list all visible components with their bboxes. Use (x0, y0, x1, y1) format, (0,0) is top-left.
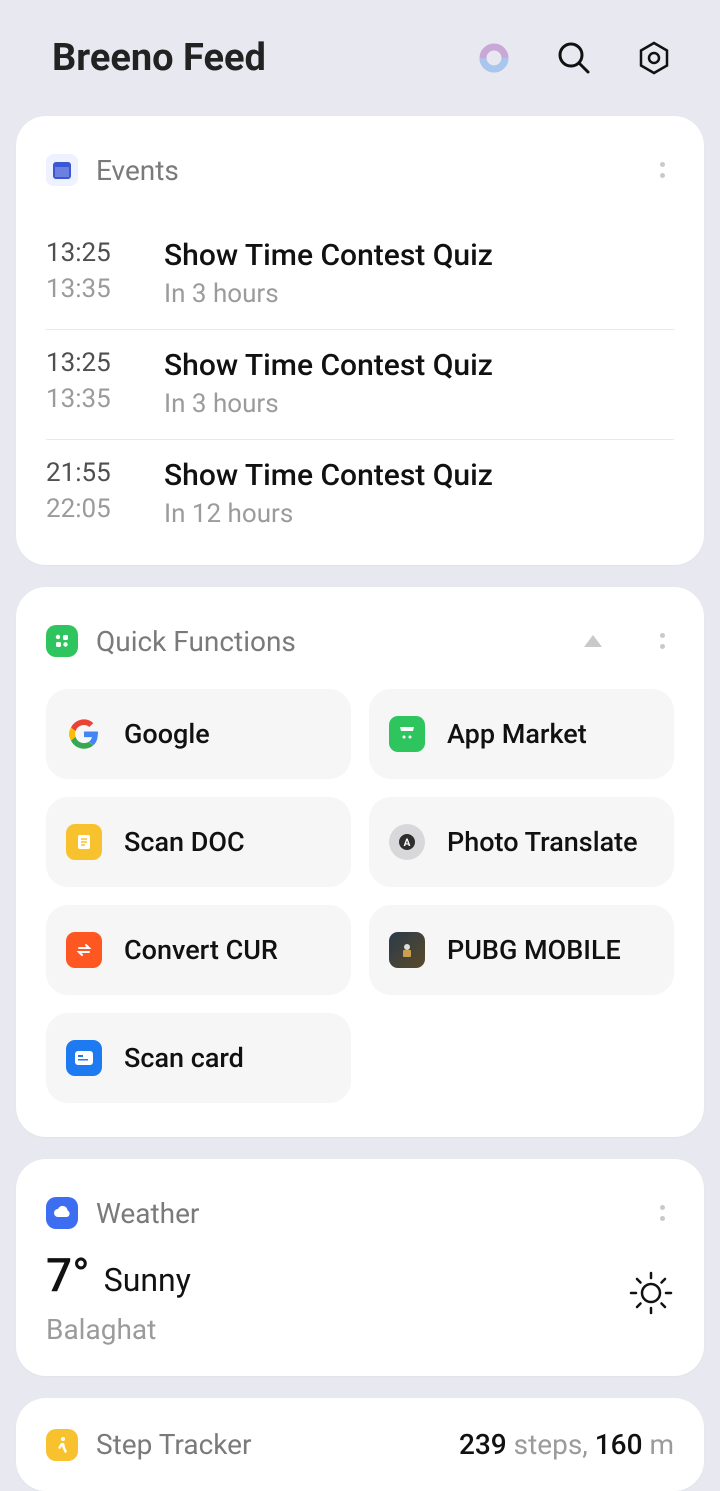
event-times: 21:55 22:05 (46, 458, 124, 529)
weather-title: Weather (96, 1197, 632, 1230)
event-countdown: In 3 hours (164, 389, 674, 419)
convert-cur-icon (66, 932, 102, 968)
event-countdown: In 12 hours (164, 499, 674, 529)
quick-functions-grid: Google App Market Scan DOC A Photo Translate… (46, 689, 674, 1103)
event-countdown: In 3 hours (164, 279, 674, 309)
event-title: Show Time Contest Quiz (164, 348, 674, 383)
quick-function-label: PUBG MOBILE (447, 934, 621, 966)
photo-translate-icon: A (389, 824, 425, 860)
quick-function-item[interactable]: PUBG MOBILE (369, 905, 674, 995)
event-body: Show Time Contest Quiz In 3 hours (164, 238, 674, 309)
quick-function-label: Convert CUR (124, 934, 278, 966)
event-end: 13:35 (46, 384, 124, 414)
sun-icon (628, 1270, 674, 1320)
events-more-icon[interactable] (650, 150, 674, 190)
event-times: 13:25 13:35 (46, 238, 124, 309)
weather-card[interactable]: Weather 7° Sunny Balaghat (16, 1159, 704, 1376)
quick-function-item[interactable]: Scan DOC (46, 797, 351, 887)
weather-location: Balaghat (46, 1313, 628, 1346)
events-card: Events 13:25 13:35 Show Time Contest Qui… (16, 116, 704, 565)
weather-header: Weather (46, 1193, 674, 1233)
calendar-icon (46, 154, 78, 186)
quick-function-item[interactable]: Google (46, 689, 351, 779)
event-end: 22:05 (46, 494, 124, 524)
grid-icon (46, 625, 78, 657)
app-title: Breeno Feed (52, 36, 476, 80)
quick-function-label: Scan DOC (124, 826, 245, 858)
search-icon[interactable] (556, 40, 592, 76)
event-start: 21:55 (46, 458, 124, 488)
quick-functions-header: Quick Functions (46, 621, 674, 661)
cloud-icon (46, 1197, 78, 1229)
pubg-icon (389, 932, 425, 968)
event-start: 13:25 (46, 238, 124, 268)
weather-more-icon[interactable] (650, 1193, 674, 1233)
event-start: 13:25 (46, 348, 124, 378)
quick-function-label: Scan card (124, 1042, 244, 1074)
step-tracker-card[interactable]: Step Tracker 239 steps, 160 m (16, 1398, 704, 1491)
weather-condition: Sunny (104, 1261, 191, 1299)
google-icon (66, 716, 102, 752)
event-title: Show Time Contest Quiz (164, 458, 674, 493)
event-body: Show Time Contest Quiz In 3 hours (164, 348, 674, 419)
quick-function-label: Google (124, 718, 210, 750)
quick-function-item[interactable]: A Photo Translate (369, 797, 674, 887)
quick-function-item[interactable]: App Market (369, 689, 674, 779)
event-title: Show Time Contest Quiz (164, 238, 674, 273)
quick-function-item[interactable]: Convert CUR (46, 905, 351, 995)
scan-card-icon (66, 1040, 102, 1076)
event-row[interactable]: 21:55 22:05 Show Time Contest Quiz In 12… (46, 439, 674, 549)
app-header: Breeno Feed (0, 0, 720, 116)
scan-doc-icon (66, 824, 102, 860)
events-title: Events (96, 154, 632, 187)
step-tracker-title: Step Tracker (96, 1428, 441, 1461)
event-row[interactable]: 13:25 13:35 Show Time Contest Quiz In 3 … (46, 218, 674, 329)
app-market-icon (389, 716, 425, 752)
step-tracker-value: 239 steps, 160 m (459, 1428, 674, 1461)
events-list: 13:25 13:35 Show Time Contest Quiz In 3 … (46, 218, 674, 549)
event-body: Show Time Contest Quiz In 12 hours (164, 458, 674, 529)
settings-icon[interactable] (636, 40, 672, 76)
event-times: 13:25 13:35 (46, 348, 124, 419)
events-header: Events (46, 150, 674, 190)
quick-function-item[interactable]: Scan card (46, 1013, 351, 1103)
event-end: 13:35 (46, 274, 124, 304)
walk-icon (46, 1429, 78, 1461)
collapse-icon[interactable] (584, 635, 602, 647)
weather-body: 7° Sunny Balaghat (46, 1243, 674, 1346)
event-row[interactable]: 13:25 13:35 Show Time Contest Quiz In 3 … (46, 329, 674, 439)
quick-functions-card: Quick Functions Google App Market Scan DOC… (16, 587, 704, 1137)
weather-temperature: 7° (46, 1249, 90, 1303)
svg-text:A: A (404, 838, 411, 849)
header-icons (476, 40, 672, 76)
quick-function-label: App Market (447, 718, 587, 750)
quick-function-label: Photo Translate (447, 826, 638, 858)
quick-functions-title: Quick Functions (96, 625, 566, 658)
quick-functions-more-icon[interactable] (650, 621, 674, 661)
feed-ring-icon[interactable] (476, 40, 512, 76)
